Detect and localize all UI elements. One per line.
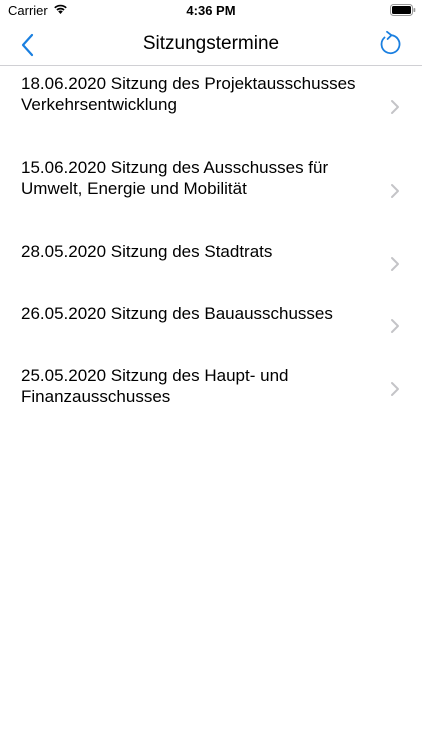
refresh-button[interactable] xyxy=(374,29,406,59)
page-title: Sitzungstermine xyxy=(142,33,280,54)
list-item[interactable]: 15.06.2020 Sitzung des Ausschusses für U… xyxy=(0,151,422,235)
list-item[interactable]: 25.05.2020 Sitzung des Haupt- und Finanz… xyxy=(0,359,422,443)
meeting-list: 18.06.2020 Sitzung des Projektausschusse… xyxy=(0,67,422,443)
chevron-right-icon xyxy=(391,184,399,198)
list-item[interactable]: 18.06.2020 Sitzung des Projektausschusse… xyxy=(0,67,422,151)
list-item[interactable]: 26.05.2020 Sitzung des Bauausschusses xyxy=(0,297,422,359)
list-item-label: 15.06.2020 Sitzung des Ausschusses für U… xyxy=(21,158,329,198)
chevron-right-icon xyxy=(391,257,399,271)
battery-icon xyxy=(390,4,416,16)
list-item-label: 26.05.2020 Sitzung des Bauausschusses xyxy=(21,304,333,323)
navigation-bar: Sitzungstermine xyxy=(0,22,422,66)
refresh-icon xyxy=(380,30,401,55)
chevron-right-icon xyxy=(391,100,399,114)
list-item-label: 28.05.2020 Sitzung des Stadtrats xyxy=(21,242,273,261)
chevron-right-icon xyxy=(391,319,399,333)
list-item[interactable]: 28.05.2020 Sitzung des Stadtrats xyxy=(0,235,422,297)
list-item-label: 25.05.2020 Sitzung des Haupt- und Finanz… xyxy=(21,366,289,406)
chevron-right-icon xyxy=(391,382,399,396)
clock: 4:36 PM xyxy=(186,3,236,18)
list-item-label: 18.06.2020 Sitzung des Projektausschusse… xyxy=(21,74,356,114)
status-bar: Carrier 4:36 PM xyxy=(0,0,422,22)
